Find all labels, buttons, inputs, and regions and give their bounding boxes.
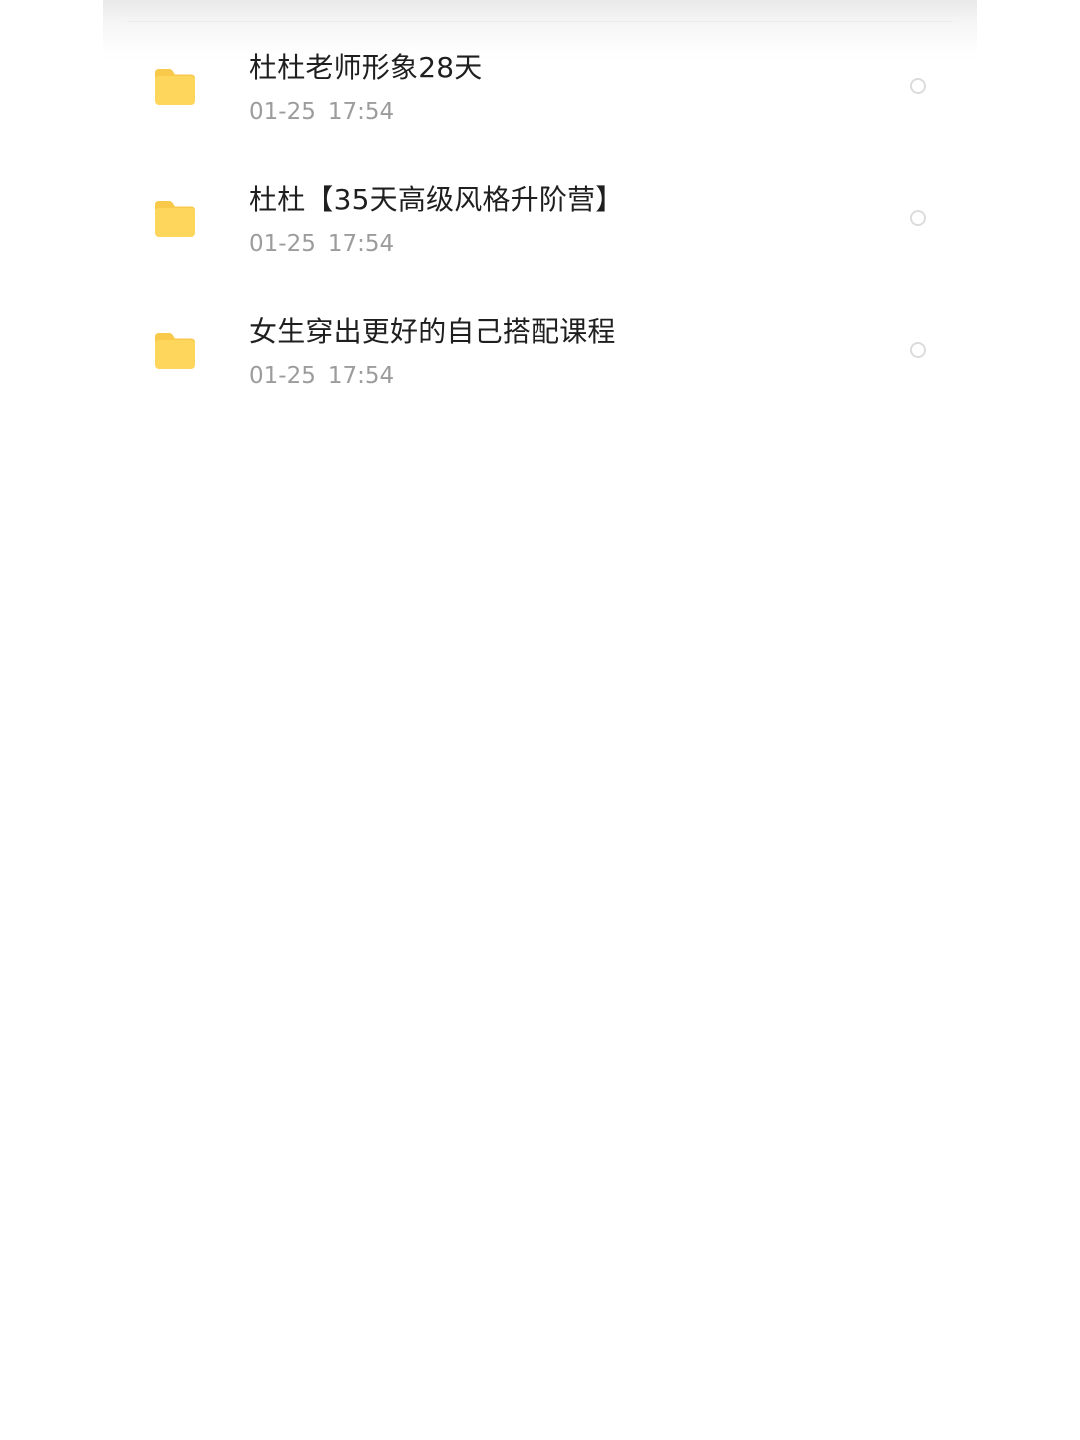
folder-icon: [152, 198, 198, 240]
file-date: 01-25: [249, 363, 316, 389]
list-item[interactable]: 杜杜老师形象28天 01-25 17:54: [103, 22, 977, 154]
file-name: 杜杜老师形象28天: [249, 51, 483, 84]
select-radio-button[interactable]: [910, 342, 926, 358]
file-date: 01-25: [249, 231, 316, 257]
file-name: 女生穿出更好的自己搭配课程: [249, 315, 616, 348]
file-name: 杜杜【35天高级风格升阶营】: [249, 183, 624, 216]
file-date: 01-25: [249, 99, 316, 125]
folder-icon: [152, 66, 198, 108]
file-timestamp: 01-25 17:54: [249, 359, 394, 393]
file-timestamp: 01-25 17:54: [249, 95, 394, 129]
file-browser-screen: 杜杜老师形象28天 01-25 17:54 杜杜【35天高级风格升阶营】 01-2…: [103, 0, 977, 1440]
file-time: 17:54: [327, 231, 395, 257]
file-time: 17:54: [327, 363, 395, 389]
folder-icon: [152, 330, 198, 372]
list-item[interactable]: 杜杜【35天高级风格升阶营】 01-25 17:54: [103, 154, 977, 286]
file-time: 17:54: [327, 99, 395, 125]
select-radio-button[interactable]: [910, 210, 926, 226]
file-timestamp: 01-25 17:54: [249, 227, 394, 261]
select-radio-button[interactable]: [910, 78, 926, 94]
file-list: 杜杜老师形象28天 01-25 17:54 杜杜【35天高级风格升阶营】 01-2…: [103, 22, 977, 418]
list-item[interactable]: 女生穿出更好的自己搭配课程 01-25 17:54: [103, 286, 977, 418]
